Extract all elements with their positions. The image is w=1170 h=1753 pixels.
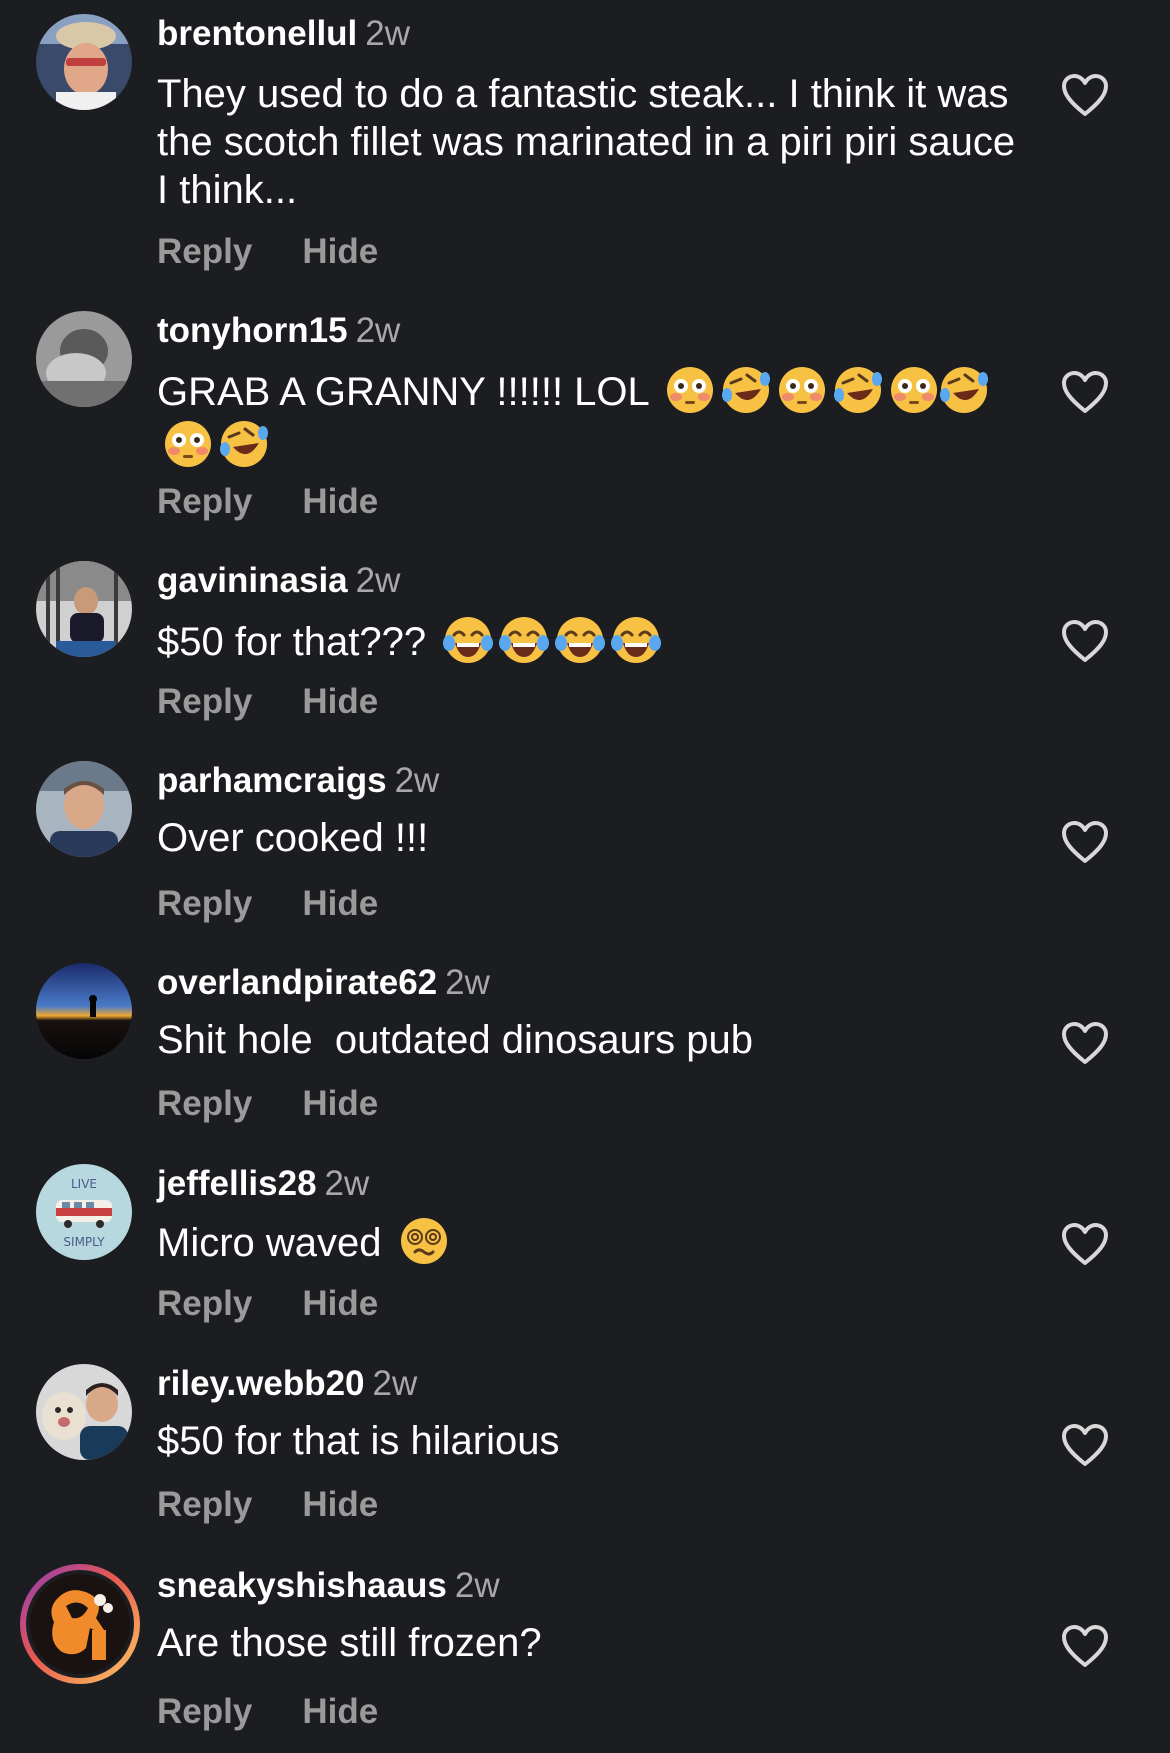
comment-item: overlandpirate62 2w Shit hole outdated di… — [0, 947, 1170, 1147]
username[interactable]: parhamcraigs — [157, 761, 387, 800]
tears-of-joy-face-icon — [555, 615, 606, 665]
heart-outline-icon[interactable] — [1060, 819, 1110, 865]
hide-button[interactable]: Hide — [302, 232, 378, 271]
heart-outline-icon[interactable] — [1060, 1623, 1110, 1669]
timestamp: 2w — [454, 1566, 500, 1605]
reply-button[interactable]: Reply — [157, 1284, 252, 1323]
avatar[interactable] — [36, 311, 132, 407]
rolling-laughing-face-icon — [721, 365, 771, 415]
comment-meta: riley.webb20 2w — [157, 1364, 417, 1404]
rolling-laughing-face-icon — [833, 365, 883, 415]
avatar[interactable] — [36, 561, 132, 657]
hide-button[interactable]: Hide — [302, 1084, 378, 1123]
reply-button[interactable]: Reply — [157, 682, 252, 721]
comment-actions: Reply Hide — [157, 1284, 378, 1324]
hide-button[interactable]: Hide — [302, 482, 378, 521]
heart-outline-icon[interactable] — [1060, 72, 1110, 118]
comment-text-content: GRAB A GRANNY !!!!!! LOL — [157, 370, 649, 414]
avatar[interactable] — [36, 963, 132, 1059]
comment-actions: Reply Hide — [157, 682, 378, 722]
timestamp: 2w — [445, 963, 490, 1002]
comment-text: $50 for that is hilarious — [157, 1419, 560, 1463]
heart-outline-icon[interactable] — [1060, 369, 1110, 415]
comment-text: Over cooked !!! — [157, 816, 429, 860]
flushed-face-icon — [777, 365, 827, 415]
comment-meta: brentonellul 2w — [157, 14, 410, 54]
comment-meta: tonyhorn15 2w — [157, 311, 400, 351]
tears-of-joy-face-icon — [611, 615, 662, 665]
comment-item: sneakyshishaaus 2w Are those still frozen… — [0, 1550, 1170, 1753]
comment-meta: overlandpirate62 2w — [157, 963, 490, 1003]
reply-button[interactable]: Reply — [157, 1485, 252, 1524]
username[interactable]: tonyhorn15 — [157, 311, 348, 350]
comment-actions: Reply Hide — [157, 1692, 378, 1732]
flushed-face-icon — [163, 419, 213, 469]
rolling-laughing-face-icon — [219, 419, 269, 469]
avatar-text-top: LIVE — [71, 1177, 97, 1191]
comment-item: tonyhorn15 2w GRAB A GRANNY !!!!!! LOL Re… — [0, 296, 1170, 545]
comment-actions: Reply Hide — [157, 884, 378, 924]
hide-button[interactable]: Hide — [302, 1485, 378, 1524]
comment-item: parhamcraigs 2w Over cooked !!! Reply Hide — [0, 746, 1170, 946]
comment-text: Micro waved — [157, 1216, 1027, 1270]
comment-text: They used to do a fantastic steak... I t… — [157, 72, 1016, 212]
hide-button[interactable]: Hide — [302, 1284, 378, 1323]
comment-item: riley.webb20 2w $50 for that is hilarious… — [0, 1349, 1170, 1549]
timestamp: 2w — [355, 311, 401, 350]
comment-item: LIVE SIMPLY jeffellis28 2w Micro waved Re… — [0, 1148, 1170, 1348]
hide-button[interactable]: Hide — [302, 1692, 378, 1731]
username[interactable]: jeffellis28 — [157, 1164, 317, 1203]
avatar[interactable] — [36, 761, 132, 857]
comment-text-content: $50 for that??? — [157, 620, 427, 664]
avatar — [26, 1570, 134, 1678]
tears-of-joy-face-icon — [499, 615, 550, 665]
flushed-face-icon — [665, 365, 715, 415]
comment-text: Shit hole outdated dinosaurs pub — [157, 1018, 753, 1062]
comment-item: brentonellul 2w They used to do a fantast… — [0, 0, 1170, 295]
username[interactable]: sneakyshishaaus — [157, 1566, 447, 1605]
comment-text: Are those still frozen? — [157, 1621, 542, 1665]
heart-outline-icon[interactable] — [1060, 1020, 1110, 1066]
hide-button[interactable]: Hide — [302, 682, 378, 721]
reply-button[interactable]: Reply — [157, 482, 252, 521]
username[interactable]: brentonellul — [157, 14, 357, 53]
timestamp: 2w — [355, 561, 401, 600]
comment-meta: jeffellis28 2w — [157, 1164, 369, 1204]
flushed-face-icon — [889, 365, 939, 415]
username[interactable]: gavininasia — [157, 561, 348, 600]
comment-actions: Reply Hide — [157, 1084, 378, 1124]
comment-actions: Reply Hide — [157, 232, 378, 272]
comment-text-content: Micro waved — [157, 1221, 382, 1265]
username[interactable]: riley.webb20 — [157, 1364, 365, 1403]
tears-of-joy-face-icon — [443, 615, 494, 665]
username[interactable]: overlandpirate62 — [157, 963, 437, 1002]
rolling-laughing-face-icon — [939, 365, 989, 415]
avatar-story-ring[interactable] — [20, 1564, 140, 1684]
timestamp: 2w — [324, 1164, 370, 1203]
avatar[interactable] — [36, 1364, 132, 1460]
heart-outline-icon[interactable] — [1060, 1422, 1110, 1468]
hide-button[interactable]: Hide — [302, 884, 378, 923]
timestamp: 2w — [394, 761, 440, 800]
timestamp: 2w — [372, 1364, 418, 1403]
heart-outline-icon[interactable] — [1060, 1221, 1110, 1267]
reply-button[interactable]: Reply — [157, 232, 252, 271]
comment-actions: Reply Hide — [157, 1485, 378, 1525]
comment-meta: parhamcraigs 2w — [157, 761, 439, 801]
timestamp: 2w — [365, 14, 411, 53]
dizzy-face-icon — [399, 1216, 449, 1266]
comment-meta: sneakyshishaaus 2w — [157, 1566, 500, 1606]
comment-text: GRAB A GRANNY !!!!!! LOL — [157, 365, 1027, 473]
heart-outline-icon[interactable] — [1060, 618, 1110, 664]
avatar[interactable] — [36, 14, 132, 110]
reply-button[interactable]: Reply — [157, 884, 252, 923]
reply-button[interactable]: Reply — [157, 1084, 252, 1123]
comment-text: $50 for that??? — [157, 615, 1027, 669]
avatar-text-bottom: SIMPLY — [63, 1235, 105, 1249]
avatar[interactable]: LIVE SIMPLY — [36, 1164, 132, 1260]
comment-item: gavininasia 2w $50 for that??? Reply Hide — [0, 545, 1170, 745]
comment-actions: Reply Hide — [157, 482, 378, 522]
comment-meta: gavininasia 2w — [157, 561, 400, 601]
reply-button[interactable]: Reply — [157, 1692, 252, 1731]
